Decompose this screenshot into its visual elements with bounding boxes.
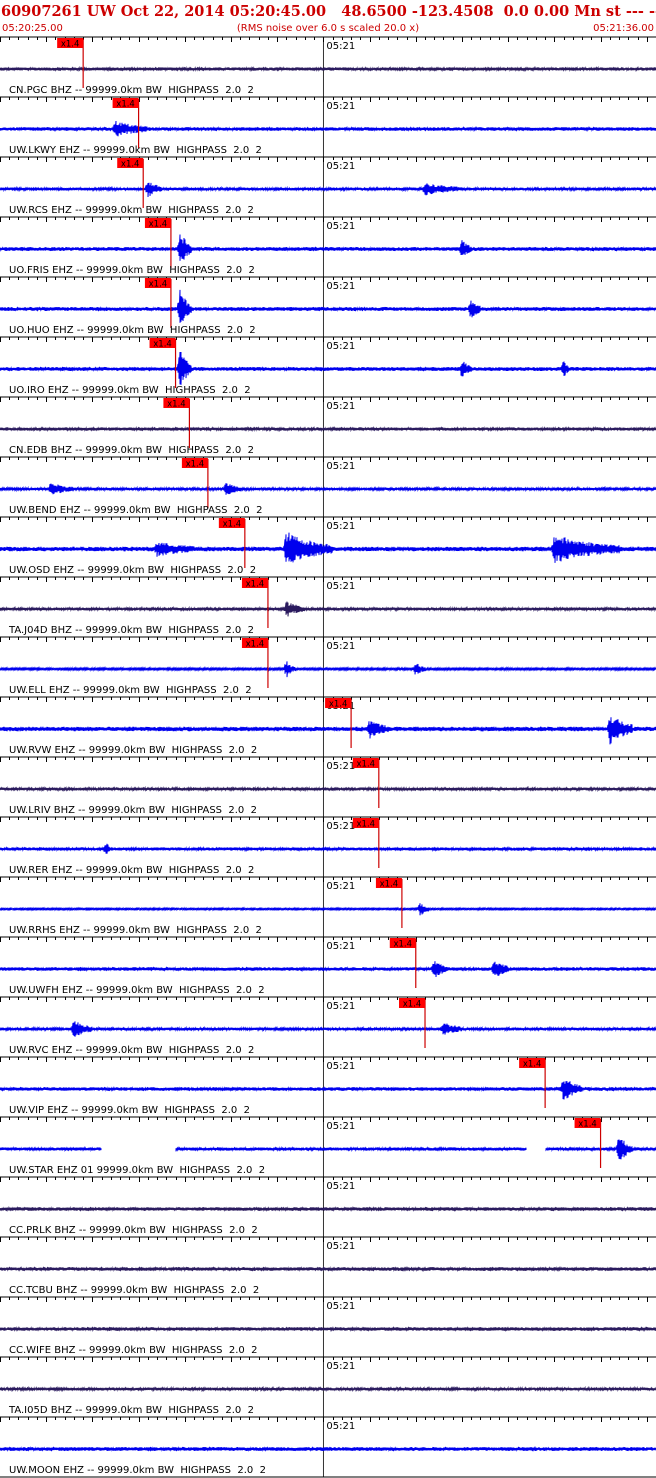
pick-label: x1.4 [223, 520, 242, 530]
station-label: CC.WIFE BHZ -- 99999.0km BW HIGHPASS 2.0… [9, 1345, 258, 1356]
station-label: UW.RER EHZ -- 99999.0km BW HIGHPASS 2.0 … [9, 865, 254, 876]
pick-label: x1.4 [523, 1060, 542, 1070]
station-label: UO.FRIS EHZ -- 99999.0km BW HIGHPASS 2.0… [9, 265, 255, 276]
station-label: UW.RRHS EHZ -- 99999.0km BW HIGHPASS 2.0… [9, 925, 262, 936]
pick-label: x1.4 [246, 640, 265, 650]
seismogram-plot: 60907261 UW Oct 22, 2014 05:20:45.00 48.… [0, 0, 656, 1478]
minute-label: 05:21 [326, 1301, 355, 1312]
plot-title: 60907261 UW Oct 22, 2014 05:20:45.00 48.… [1, 3, 656, 20]
minute-label: 05:21 [326, 281, 355, 292]
station-label: UW.RVW EHZ -- 99999.0km BW HIGHPASS 2.0 … [9, 745, 257, 756]
pick-label: x1.4 [393, 940, 412, 950]
station-label: UW.RVC EHZ -- 99999.0km BW HIGHPASS 2.0 … [9, 1045, 254, 1056]
minute-label: 05:21 [326, 1361, 355, 1372]
station-label: TA.I05D BHZ -- 99999.0km BW HIGHPASS 2.0… [8, 1405, 254, 1416]
station-label: CC.TCBU BHZ -- 99999.0km BW HIGHPASS 2.0… [9, 1285, 259, 1296]
pick-label: x1.4 [149, 280, 168, 290]
station-label: UW.ELL EHZ -- 99999.0km BW HIGHPASS 2.0 … [9, 685, 252, 696]
minute-label: 05:21 [326, 41, 355, 52]
pick-label: x1.4 [167, 400, 186, 410]
pick-label: x1.4 [246, 580, 265, 590]
minute-label: 05:21 [326, 941, 355, 952]
station-label: UO.IRO EHZ -- 99999.0km BW HIGHPASS 2.0 … [9, 385, 251, 396]
station-label: UW.VIP EHZ -- 99999.0km BW HIGHPASS 2.0 … [9, 1105, 250, 1116]
minute-label: 05:21 [326, 581, 355, 592]
pick-label: x1.4 [61, 40, 80, 50]
minute-label: 05:21 [326, 641, 355, 652]
pick-label: x1.4 [153, 340, 172, 350]
pick-label: x1.4 [357, 760, 376, 770]
pick-label: x1.4 [357, 820, 376, 830]
start-time-label: 05:20:25.00 [2, 23, 63, 34]
station-label: TA.J04D BHZ -- 99999.0km BW HIGHPASS 2.0… [8, 625, 254, 636]
station-label: UW.OSD EHZ -- 99999.0km BW HIGHPASS 2.0 … [9, 565, 256, 576]
minute-label: 05:21 [326, 521, 355, 532]
station-label: UW.LKWY EHZ -- 99999.0km BW HIGHPASS 2.0… [9, 145, 262, 156]
station-label: UW.STAR EHZ 01 99999.0km BW HIGHPASS 2.0… [9, 1165, 265, 1176]
minute-label: 05:21 [326, 761, 355, 772]
plot-subtitle: (RMS noise over 6.0 s scaled 20.0 x) [237, 23, 419, 34]
minute-label: 05:21 [326, 461, 355, 472]
station-label: UO.HUO EHZ -- 99999.0km BW HIGHPASS 2.0 … [9, 325, 256, 336]
minute-label: 05:21 [326, 1061, 355, 1072]
minute-label: 05:21 [326, 881, 355, 892]
pick-label: x1.4 [329, 700, 348, 710]
station-label: CN.EDB BHZ -- 99999.0km BW HIGHPASS 2.0 … [9, 445, 254, 456]
pick-label: x1.4 [121, 160, 140, 170]
minute-label: 05:21 [326, 341, 355, 352]
minute-label: 05:21 [326, 1241, 355, 1252]
station-label: CN.PGC BHZ -- 99999.0km BW HIGHPASS 2.0 … [9, 85, 254, 96]
station-label: UW.MOON EHZ -- 99999.0km BW HIGHPASS 2.0… [9, 1465, 266, 1476]
pick-label: x1.4 [116, 100, 135, 110]
minute-label: 05:21 [326, 161, 355, 172]
end-time-label: 05:21:36.00 [593, 23, 654, 34]
minute-label: 05:21 [326, 1121, 355, 1132]
station-label: UW.UWFH EHZ -- 99999.0km BW HIGHPASS 2.0… [9, 985, 265, 996]
pick-label: x1.4 [380, 880, 399, 890]
minute-label: 05:21 [326, 821, 355, 832]
minute-label: 05:21 [326, 1181, 355, 1192]
station-label: CC.PRLK BHZ -- 99999.0km BW HIGHPASS 2.0… [9, 1225, 258, 1236]
station-label: UW.RCS EHZ -- 99999.0km BW HIGHPASS 2.0 … [9, 205, 254, 216]
minute-label: 05:21 [326, 221, 355, 232]
minute-label: 05:21 [326, 1001, 355, 1012]
pick-label: x1.4 [403, 1000, 422, 1010]
pick-label: x1.4 [186, 460, 205, 470]
pick-label: x1.4 [149, 220, 168, 230]
station-label: UW.BEND EHZ -- 99999.0km BW HIGHPASS 2.0… [9, 505, 263, 516]
minute-label: 05:21 [326, 401, 355, 412]
station-label: UW.LRIV BHZ -- 99999.0km BW HIGHPASS 2.0… [9, 805, 257, 816]
minute-label: 05:21 [326, 101, 355, 112]
minute-label: 05:21 [326, 1421, 355, 1432]
pick-label: x1.4 [578, 1120, 597, 1130]
